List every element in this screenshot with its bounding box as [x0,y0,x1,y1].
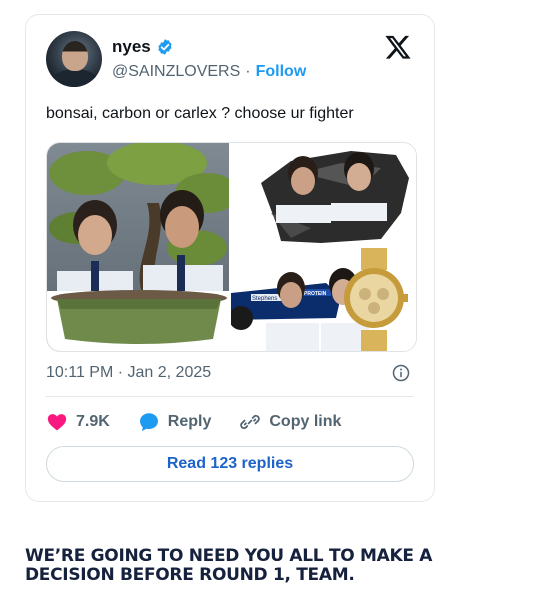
follow-button[interactable]: Follow [256,63,307,80]
car-livery-left: Stephens [252,296,277,302]
like-button[interactable]: 7.9K [46,411,110,433]
copy-link-button[interactable]: Copy link [239,411,341,433]
divider [46,396,414,397]
media-photo-carlex[interactable]: Stephens PROTEIN [231,248,416,351]
copy-link-label: Copy link [269,413,342,430]
caption-text: WE’RE GOING TO NEED YOU ALL TO MAKE A DE… [25,546,433,585]
bonsai-illustration [47,143,229,351]
tweet-timestamp[interactable]: 10:11 PM · Jan 2, 2025 [46,364,211,382]
link-icon [240,414,261,430]
media-photo-carbon[interactable] [231,143,416,246]
handle-row: @SAINZLOVERS · Follow [112,63,306,81]
separator-dot: · [245,63,251,80]
tweet-card: nyes @SAINZLOVERS · Follow bonsai, carbon … [25,14,435,502]
like-count: 7.9K [76,413,110,430]
display-name[interactable]: nyes [112,37,151,57]
tweet-text: bonsai, carbon or carlex ? choose ur fig… [46,105,354,122]
carlex-illustration: Stephens PROTEIN [231,248,416,351]
car-livery-right: PROTEIN [304,291,327,297]
carbon-illustration [231,143,416,246]
info-icon[interactable] [392,364,410,382]
author-name-row: nyes [112,37,174,57]
media-grid: Stephens PROTEIN [46,142,417,352]
reply-button[interactable]: Reply [138,411,212,433]
x-logo-icon[interactable] [384,33,412,61]
read-replies-button[interactable]: Read 123 replies [46,446,414,482]
heart-icon [47,414,67,431]
reply-bubble-icon [139,413,158,432]
avatar[interactable] [46,31,102,87]
reply-label: Reply [167,413,212,430]
verified-icon [158,39,172,55]
action-bar: 7.9K Reply Copy link [46,411,341,433]
media-photo-bonsai[interactable] [47,143,229,351]
handle[interactable]: @SAINZLOVERS [112,63,240,80]
media-right-column: Stephens PROTEIN [231,143,416,351]
